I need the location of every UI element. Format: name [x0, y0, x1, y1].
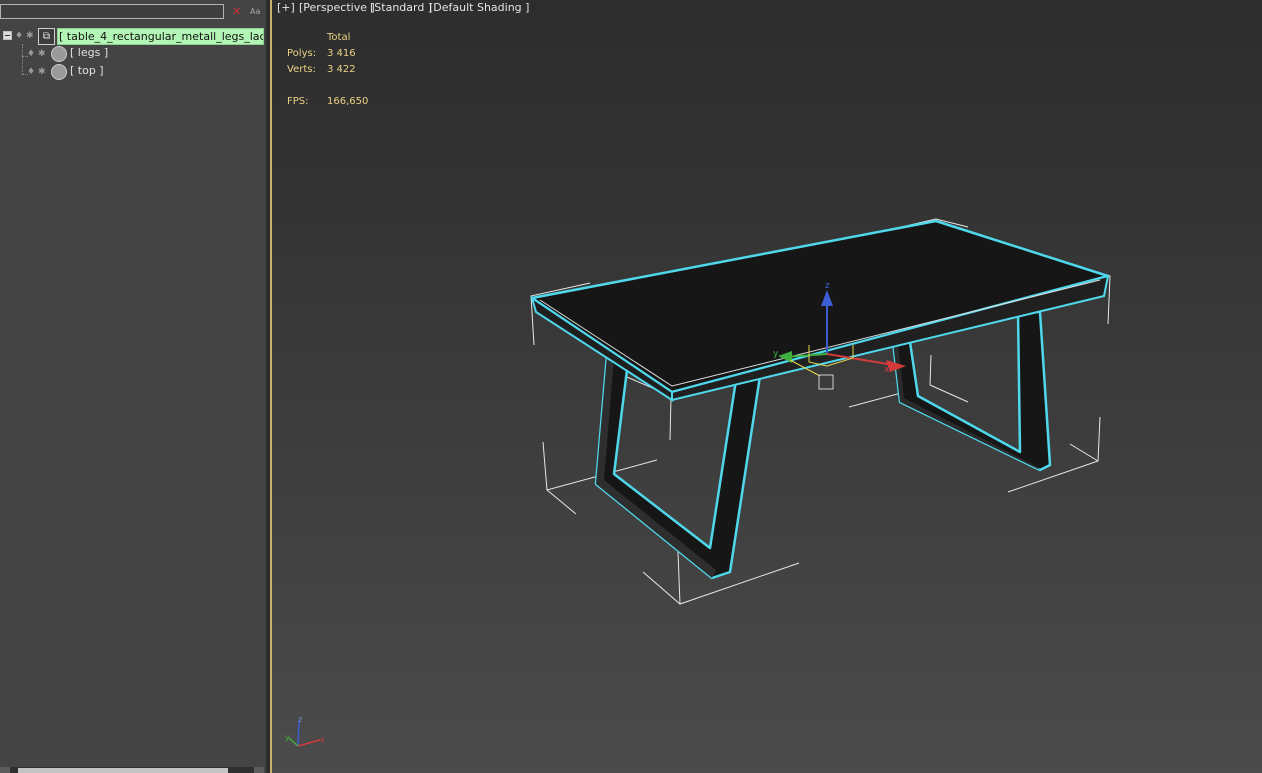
- freeze-icon[interactable]: ✱: [38, 64, 46, 81]
- horizontal-scrollbar[interactable]: [0, 767, 264, 773]
- node-label[interactable]: [ legs ]: [70, 46, 108, 63]
- axis-y-label: y: [285, 733, 290, 742]
- scene-explorer: ✕ Aa ♦ ✱ ⧉ [ table_4_rectangular_metall_…: [0, 0, 266, 773]
- tree-node-legs[interactable]: ♦ ✱ [ legs ]: [0, 46, 266, 63]
- light-bulb-icon[interactable]: ♦: [27, 46, 35, 63]
- scroll-left-arrow[interactable]: [0, 767, 10, 773]
- 3ds-max-window: ✕ Aa ♦ ✱ ⧉ [ table_4_rectangular_metall_…: [0, 0, 1262, 773]
- geometry-sphere-icon: [51, 46, 67, 62]
- bbox-corner: [677, 551, 681, 605]
- scroll-right-arrow[interactable]: [254, 767, 264, 773]
- bbox-corner: [929, 354, 932, 386]
- tree-node-table[interactable]: ♦ ✱ ⧉ [ table_4_rectangular_metall_legs_…: [0, 28, 266, 45]
- match-case-icon[interactable]: Aa: [250, 6, 260, 18]
- bbox-corner: [848, 391, 906, 408]
- scene-render: z y x z x y: [285, 218, 1111, 747]
- gizmo-x-label: x: [884, 365, 890, 375]
- clear-search-icon[interactable]: ✕: [232, 4, 241, 19]
- bbox-corner: [929, 384, 969, 403]
- freeze-icon[interactable]: ✱: [26, 28, 34, 45]
- light-bulb-icon[interactable]: ♦: [27, 64, 35, 81]
- bbox-corner: [546, 489, 577, 515]
- geometry-sphere-icon: [51, 64, 67, 80]
- bbox-corner: [1069, 443, 1099, 462]
- node-label[interactable]: [ table_4_rectangular_metall_legs_lack_t: [57, 28, 264, 45]
- perspective-viewport[interactable]: [+] [Perspective ] [Standard ] [Default …: [272, 0, 1262, 773]
- axis-z-label: z: [298, 715, 302, 724]
- scroll-thumb[interactable]: [18, 768, 228, 773]
- axis-x-label: x: [320, 735, 325, 744]
- collapse-icon[interactable]: [3, 31, 12, 40]
- tree-node-top[interactable]: ♦ ✱ [ top ]: [0, 64, 266, 81]
- light-bulb-icon[interactable]: ♦: [15, 28, 23, 45]
- search-input[interactable]: [0, 4, 224, 19]
- node-label[interactable]: [ top ]: [70, 64, 104, 81]
- world-axis-tripod: z x y: [285, 715, 325, 747]
- group-icon: ⧉: [38, 28, 55, 45]
- gizmo-z-label: z: [825, 281, 830, 291]
- freeze-icon[interactable]: ✱: [38, 46, 46, 63]
- gizmo-y-label: y: [773, 349, 779, 359]
